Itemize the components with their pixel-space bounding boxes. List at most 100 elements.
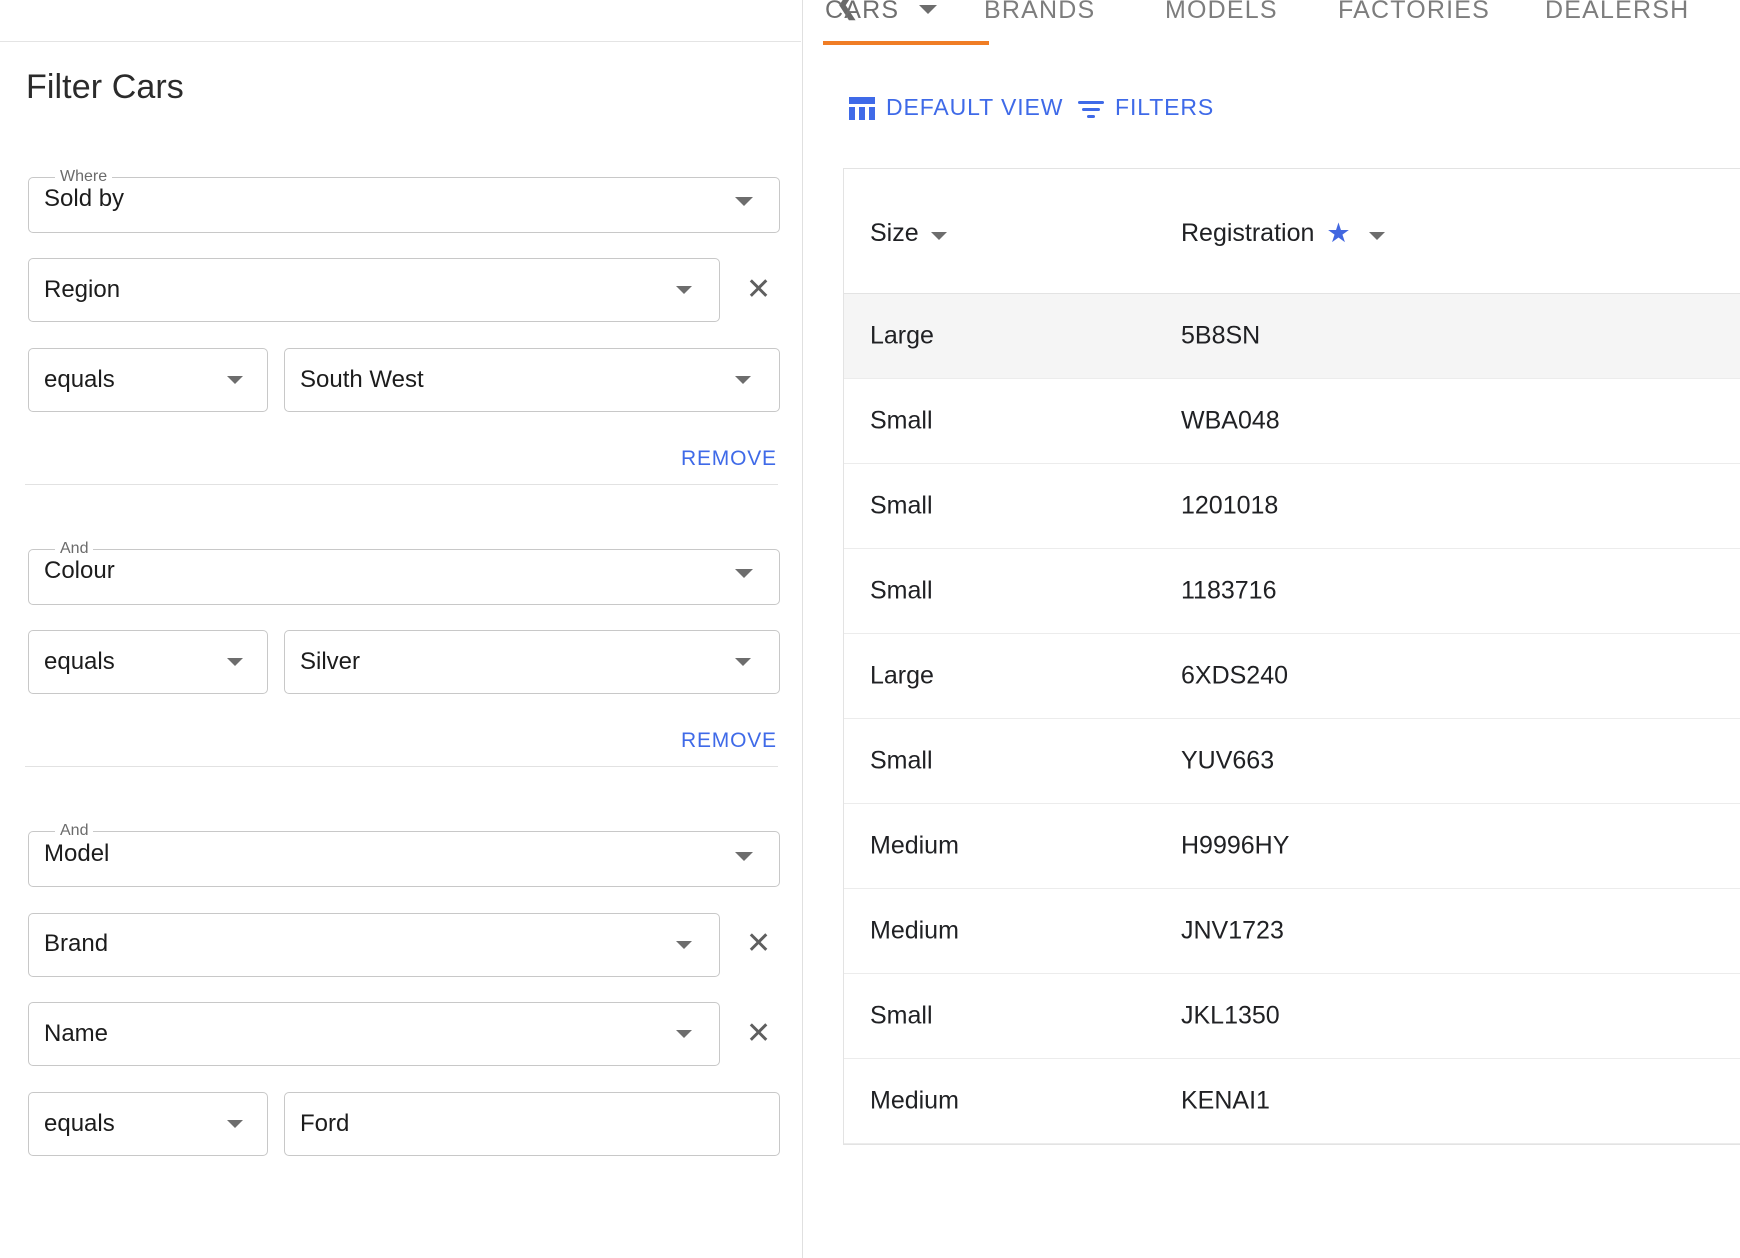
tab-factories-label: FACTORIES	[1338, 0, 1491, 24]
filter-subfield-name[interactable]	[28, 1002, 720, 1066]
tab-models-label: MODELS	[1165, 0, 1278, 24]
table-row[interactable]: Large 5B8SN	[844, 294, 1740, 379]
tab-cars[interactable]: CARS	[825, 0, 899, 25]
default-view-button[interactable]: DEFAULT VIEW	[849, 94, 1063, 121]
table-row[interactable]: Small YUV663	[844, 719, 1740, 804]
chevron-down-icon[interactable]	[676, 1030, 692, 1038]
divider	[25, 484, 778, 485]
divider	[25, 766, 778, 767]
data-table: Size Registration ★ Large 5B8SN Small WBA04…	[843, 168, 1740, 1145]
filter-subfield-region-value: Region	[44, 276, 121, 303]
tab-dealerships[interactable]: DEALERSH	[1545, 0, 1689, 25]
cell-registration: JKL1350	[1181, 1001, 1280, 1030]
cell-size: Small	[870, 576, 933, 605]
column-header-registration[interactable]: Registration ★	[1181, 219, 1385, 248]
filter-subfield-brand-value: Brand	[44, 930, 109, 957]
table-row[interactable]: Medium H9996HY	[844, 804, 1740, 889]
table-header-row: Size Registration ★	[844, 169, 1740, 294]
table-row[interactable]: Medium KENAI1	[844, 1059, 1740, 1144]
chevron-down-icon[interactable]	[919, 5, 937, 14]
cell-size: Small	[870, 406, 933, 435]
filters-label: FILTERS	[1115, 94, 1215, 120]
tab-models[interactable]: MODELS	[1165, 0, 1278, 25]
chevron-down-icon[interactable]	[735, 569, 753, 578]
chevron-down-icon[interactable]	[1368, 231, 1385, 240]
chevron-down-icon[interactable]	[676, 286, 692, 294]
tab-dealerships-label: DEALERSH	[1545, 0, 1690, 24]
filter-operator-2-value: equals	[44, 648, 115, 675]
cell-registration: 6XDS240	[1181, 661, 1289, 690]
filter-legend-and-2: And	[60, 822, 89, 839]
active-tab-indicator	[823, 41, 989, 45]
filter-field-colour[interactable]: And	[28, 541, 780, 605]
filter-panel-topbar	[0, 0, 801, 42]
column-header-size-label: Size	[870, 219, 919, 247]
filter-panel: Filter Cars Where Sold by Region ✕ equal…	[0, 0, 801, 1258]
close-icon[interactable]: ✕	[746, 929, 771, 959]
cell-size: Small	[870, 491, 933, 520]
tab-brands-label: BRANDS	[984, 0, 1096, 24]
view-column-icon	[849, 95, 875, 121]
column-header-registration-label: Registration	[1181, 219, 1315, 247]
cell-size: Small	[870, 1001, 933, 1030]
filter-field-sold-by[interactable]: Where	[28, 169, 780, 233]
cell-registration: 1183716	[1181, 576, 1277, 605]
filter-field-colour-value: Colour	[44, 557, 115, 584]
close-icon[interactable]: ✕	[746, 1019, 771, 1049]
content-panel: ❮ CARS BRANDS MODELS FACTORIES DEALERSH	[802, 0, 1740, 1258]
chevron-down-icon[interactable]	[735, 197, 753, 206]
chevron-down-icon[interactable]	[735, 852, 753, 861]
cell-size: Medium	[870, 916, 959, 945]
filter-value-3[interactable]	[284, 1092, 780, 1156]
filters-button[interactable]: FILTERS	[1078, 94, 1214, 121]
table-row[interactable]: Small 1183716	[844, 549, 1740, 634]
star-icon[interactable]: ★	[1326, 220, 1350, 247]
filter-field-model[interactable]: And	[28, 823, 780, 887]
filter-legend-where: Where	[60, 168, 108, 185]
close-icon[interactable]: ✕	[746, 275, 771, 305]
filter-subfield-brand[interactable]	[28, 913, 720, 977]
table-row[interactable]: Small WBA048	[844, 379, 1740, 464]
chevron-down-icon[interactable]	[735, 658, 751, 666]
tab-factories[interactable]: FACTORIES	[1338, 0, 1490, 25]
cell-size: Medium	[870, 831, 959, 860]
table-body: Large 5B8SN Small WBA048 Small 1201018 Small 11…	[844, 294, 1740, 1144]
cell-size: Small	[870, 746, 933, 775]
chevron-down-icon[interactable]	[930, 231, 947, 240]
filter-panel-body: Filter Cars Where Sold by Region ✕ equal…	[0, 42, 801, 1258]
table-row[interactable]: Small 1201018	[844, 464, 1740, 549]
table-row[interactable]: Large 6XDS240	[844, 634, 1740, 719]
filter-field-model-value: Model	[44, 840, 110, 867]
filter-operator-3-value: equals	[44, 1110, 115, 1137]
chevron-down-icon[interactable]	[227, 1120, 243, 1128]
chevron-down-icon[interactable]	[227, 658, 243, 666]
remove-filter-button-1[interactable]: REMOVE	[681, 447, 777, 471]
filter-value-2-value: Silver	[300, 648, 361, 675]
cell-registration: KENAI1	[1181, 1086, 1270, 1115]
cell-registration: H9996HY	[1181, 831, 1290, 860]
chevron-down-icon[interactable]	[735, 376, 751, 384]
filter-field-sold-by-value: Sold by	[44, 185, 125, 212]
remove-filter-button-2[interactable]: REMOVE	[681, 729, 777, 753]
table-toolbar: DEFAULT VIEW FILTERS	[803, 86, 1740, 140]
filter-subfield-name-value: Name	[44, 1020, 109, 1047]
filter-value-1-value: South West	[300, 366, 424, 393]
tab-brands[interactable]: BRANDS	[984, 0, 1095, 25]
chevron-down-icon[interactable]	[227, 376, 243, 384]
tab-bar: ❮ CARS BRANDS MODELS FACTORIES DEALERSH	[803, 0, 1740, 45]
filter-subfield-region[interactable]	[28, 258, 720, 322]
table-row[interactable]: Medium JNV1723	[844, 889, 1740, 974]
column-header-size[interactable]: Size	[870, 219, 947, 248]
page-title: Filter Cars	[26, 68, 184, 106]
filter-list-icon	[1078, 95, 1104, 121]
cell-registration: YUV663	[1181, 746, 1275, 775]
filter-legend-and-1: And	[60, 540, 89, 557]
cell-registration: WBA048	[1181, 406, 1280, 435]
filter-value-3-value: Ford	[300, 1110, 350, 1137]
cell-registration: 1201018	[1181, 491, 1279, 520]
cell-size: Medium	[870, 1086, 959, 1115]
app-root: Filter Cars Where Sold by Region ✕ equal…	[0, 0, 1740, 1258]
table-row[interactable]: Small JKL1350	[844, 974, 1740, 1059]
chevron-down-icon[interactable]	[676, 941, 692, 949]
cell-size: Large	[870, 321, 934, 350]
